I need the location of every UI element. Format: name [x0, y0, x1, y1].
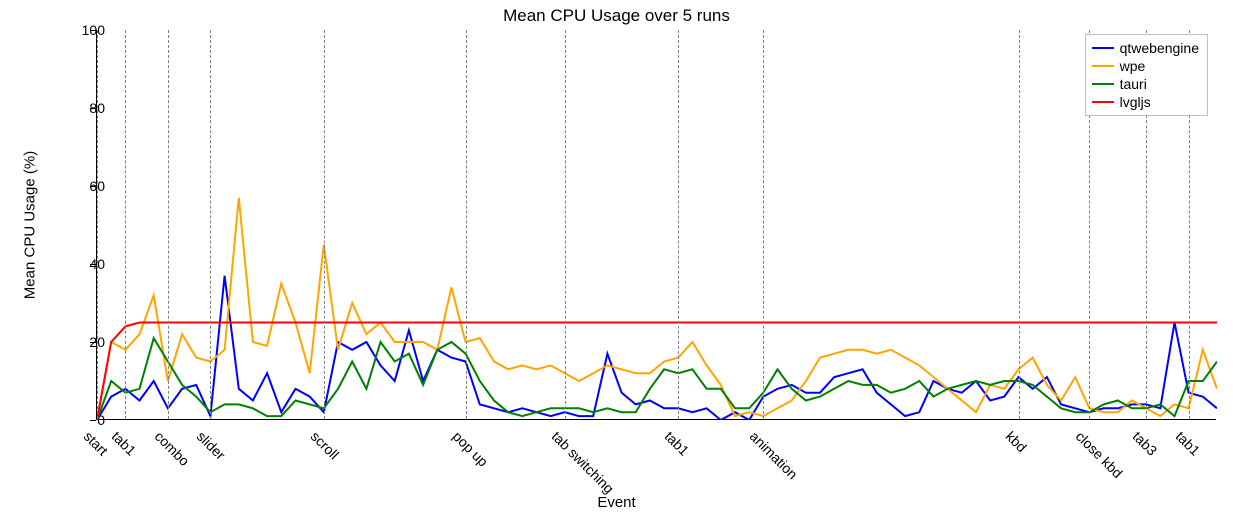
event-gridline — [466, 30, 467, 419]
legend-item: lvgljs — [1092, 93, 1199, 111]
event-gridline — [565, 30, 566, 419]
x-tick-label: close kbd — [1073, 428, 1126, 481]
x-tick-label: tab switching — [549, 428, 618, 497]
event-gridline — [168, 30, 169, 419]
event-gridline — [763, 30, 764, 419]
legend: qtwebenginewpetaurilvgljs — [1085, 34, 1208, 116]
legend-swatch — [1092, 101, 1114, 103]
legend-swatch — [1092, 65, 1114, 67]
x-tick-label: kbd — [1002, 428, 1029, 455]
x-tick-label: pop up — [449, 428, 491, 470]
x-tick-label: tab3 — [1130, 428, 1161, 459]
chart-title: Mean CPU Usage over 5 runs — [0, 6, 1233, 26]
legend-swatch — [1092, 83, 1114, 85]
x-tick-label: scroll — [308, 428, 342, 462]
legend-label: tauri — [1120, 75, 1147, 93]
legend-label: wpe — [1120, 57, 1146, 75]
legend-item: tauri — [1092, 75, 1199, 93]
event-gridline — [1019, 30, 1020, 419]
legend-item: wpe — [1092, 57, 1199, 75]
legend-item: qtwebengine — [1092, 39, 1199, 57]
legend-label: lvgljs — [1120, 93, 1151, 111]
event-gridline — [125, 30, 126, 419]
x-tick-label: tab1 — [1172, 428, 1203, 459]
event-gridline — [678, 30, 679, 419]
series-wpe — [97, 198, 1217, 420]
x-tick-label: animation — [747, 428, 801, 482]
x-tick-label: start — [81, 428, 112, 459]
x-axis-label: Event — [0, 494, 1233, 511]
x-tick-label: tab1 — [109, 428, 140, 459]
x-tick-label: tab1 — [662, 428, 693, 459]
legend-swatch — [1092, 47, 1114, 49]
event-gridline — [210, 30, 211, 419]
legend-label: qtwebengine — [1120, 39, 1199, 57]
event-gridline — [97, 30, 98, 419]
y-axis-label: Mean CPU Usage (%) — [22, 151, 39, 299]
x-tick-label: combo — [152, 428, 193, 469]
plot-area: qtwebenginewpetaurilvgljs — [96, 30, 1216, 420]
line-series — [97, 30, 1217, 420]
x-tick-label: slider — [194, 428, 229, 463]
event-gridline — [324, 30, 325, 419]
